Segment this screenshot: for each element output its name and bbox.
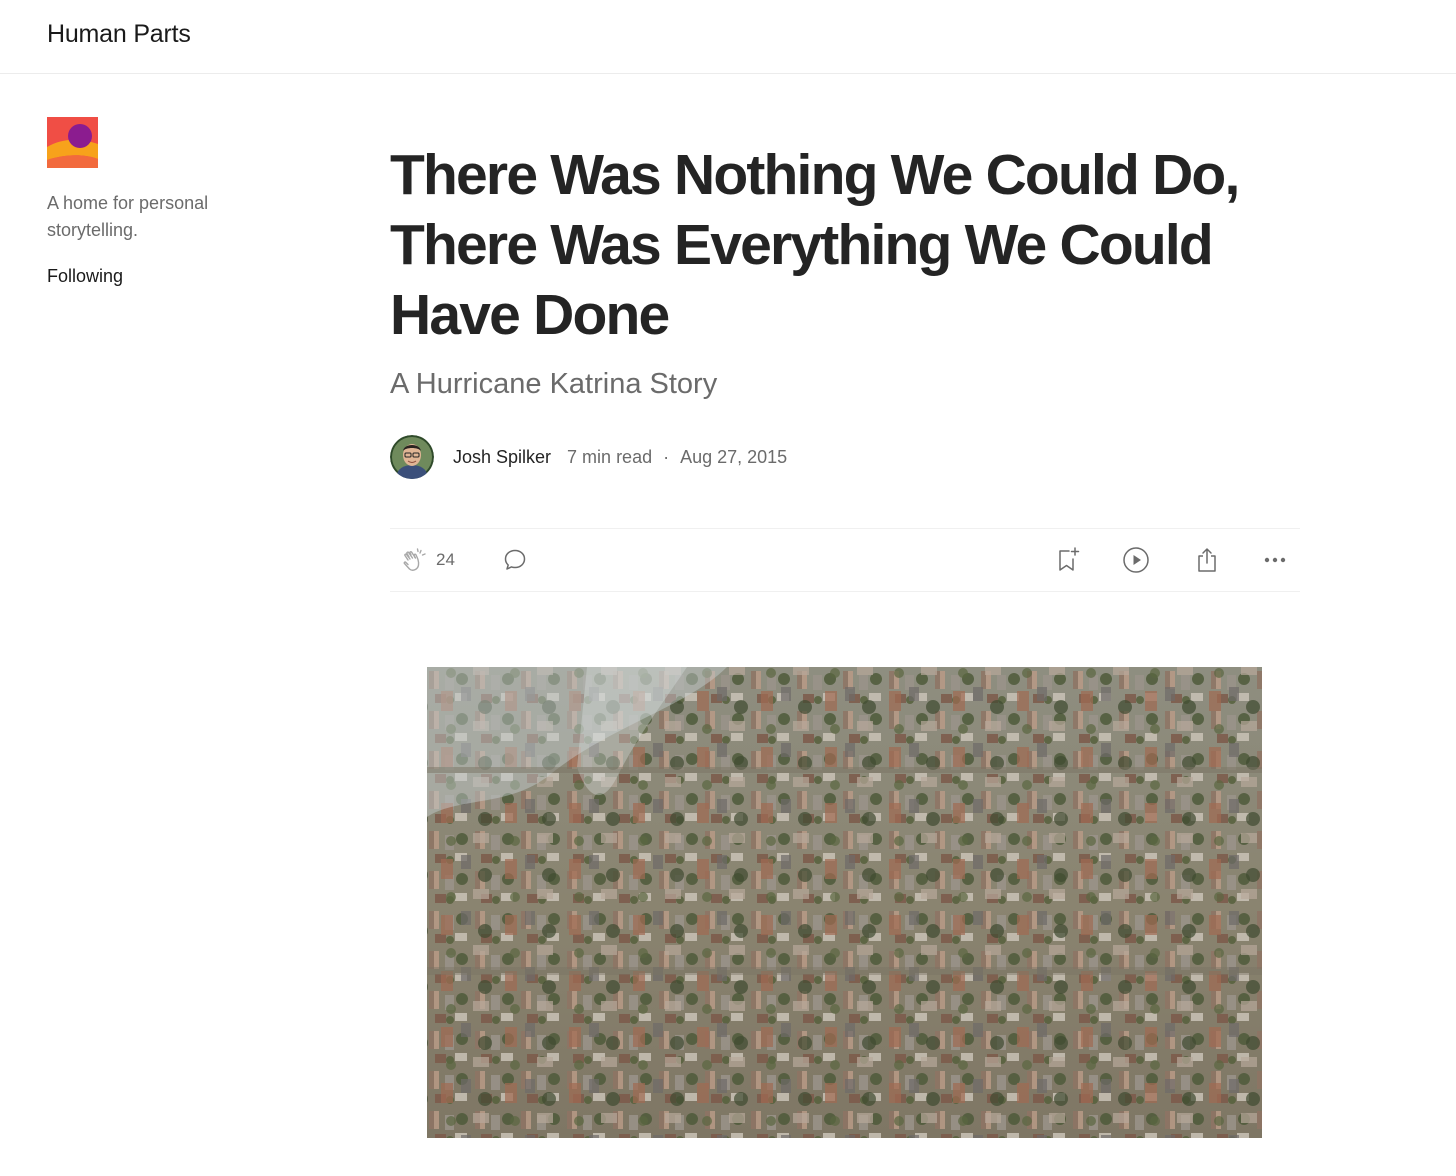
following-button[interactable]: Following bbox=[47, 266, 277, 287]
clap-count: 24 bbox=[436, 550, 455, 569]
author-avatar[interactable] bbox=[390, 435, 434, 479]
article-title: There Was Nothing We Could Do, There Was… bbox=[390, 143, 1240, 347]
listen-button[interactable] bbox=[1122, 529, 1150, 591]
publication-description: A home for personal storytelling. bbox=[47, 193, 209, 240]
article-subtitle: A Hurricane Katrina Story bbox=[390, 368, 718, 400]
clap-icon bbox=[403, 548, 426, 571]
top-bar: Human Parts bbox=[0, 0, 1456, 74]
comment-icon bbox=[504, 549, 526, 570]
play-icon bbox=[1123, 547, 1149, 573]
separator-dot: · bbox=[663, 446, 670, 467]
clap-button[interactable]: 24 bbox=[400, 529, 455, 591]
read-time: 7 min read bbox=[567, 446, 653, 467]
publication-name[interactable]: Human Parts bbox=[47, 20, 191, 49]
publication-sidebar: A home for personal storytelling. Follow… bbox=[47, 117, 277, 287]
hero-image-flooded-neighborhood bbox=[427, 667, 1262, 1138]
article-header: There Was Nothing We Could Do, There Was… bbox=[390, 140, 1300, 592]
share-icon bbox=[1198, 548, 1216, 572]
author-name[interactable]: Josh Spilker bbox=[453, 447, 551, 468]
byline: Josh Spilker 7 min read · Aug 27, 2015 bbox=[390, 435, 787, 479]
share-button[interactable] bbox=[1193, 529, 1221, 591]
action-bar: 24 bbox=[390, 528, 1300, 592]
comment-button[interactable] bbox=[502, 529, 528, 591]
publish-date: Aug 27, 2015 bbox=[680, 446, 788, 467]
save-button[interactable] bbox=[1054, 529, 1082, 591]
human-parts-logo-icon[interactable] bbox=[47, 117, 98, 168]
more-icon bbox=[1264, 557, 1286, 563]
bookmark-add-icon bbox=[1059, 547, 1080, 571]
more-options-button[interactable] bbox=[1262, 529, 1288, 591]
